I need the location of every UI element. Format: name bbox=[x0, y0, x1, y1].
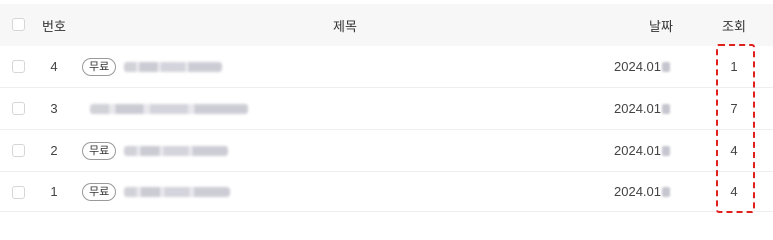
post-date-cell: 2024.01 bbox=[614, 46, 694, 87]
column-header-number[interactable]: 번호 bbox=[34, 4, 74, 46]
post-date: 2024.01 bbox=[614, 143, 661, 158]
row-checkbox[interactable] bbox=[12, 102, 25, 115]
post-list-board: 번호 제목 날짜 조회 4 무료 2024.01 1 3 2024.01 7 2… bbox=[0, 0, 773, 219]
free-badge: 무료 bbox=[82, 57, 117, 76]
post-views: 4 bbox=[730, 143, 738, 158]
row-checkbox[interactable] bbox=[12, 144, 25, 157]
blurred-post-title[interactable] bbox=[124, 145, 229, 156]
post-date: 2024.01 bbox=[614, 59, 661, 74]
post-number: 2 bbox=[50, 143, 58, 158]
column-header-views[interactable]: 조회 bbox=[712, 4, 756, 46]
table-header-row: 번호 제목 날짜 조회 bbox=[0, 4, 773, 46]
post-views: 1 bbox=[730, 59, 738, 74]
blurred-date-suffix bbox=[662, 186, 670, 197]
select-all-checkbox[interactable] bbox=[12, 18, 25, 31]
post-date-cell: 2024.01 bbox=[614, 130, 694, 171]
post-number: 1 bbox=[50, 184, 58, 199]
post-number: 4 bbox=[50, 59, 58, 74]
free-badge: 무료 bbox=[82, 182, 117, 201]
row-checkbox[interactable] bbox=[12, 186, 25, 199]
post-date: 2024.01 bbox=[614, 184, 661, 199]
column-header-title[interactable]: 제목 bbox=[300, 4, 390, 46]
blurred-post-title[interactable] bbox=[124, 61, 223, 72]
post-date-cell: 2024.01 bbox=[614, 172, 694, 211]
post-title-cell[interactable]: 무료 bbox=[82, 172, 582, 211]
post-title-cell[interactable]: 무료 bbox=[82, 130, 582, 171]
table-row[interactable]: 4 무료 2024.01 1 bbox=[0, 46, 773, 88]
blurred-date-suffix bbox=[662, 145, 670, 156]
row-checkbox[interactable] bbox=[12, 60, 25, 73]
column-header-date[interactable]: 날짜 bbox=[636, 4, 686, 46]
post-date-cell: 2024.01 bbox=[614, 88, 694, 129]
table-row[interactable]: 2 무료 2024.01 4 bbox=[0, 130, 773, 172]
blurred-date-suffix bbox=[662, 103, 670, 114]
blurred-post-title[interactable] bbox=[124, 186, 231, 197]
table-row[interactable]: 3 2024.01 7 bbox=[0, 88, 773, 130]
post-date: 2024.01 bbox=[614, 101, 661, 116]
post-views: 4 bbox=[730, 184, 738, 199]
table-row[interactable]: 1 무료 2024.01 4 bbox=[0, 172, 773, 212]
post-number: 3 bbox=[50, 101, 58, 116]
post-title-cell[interactable]: 무료 bbox=[82, 46, 582, 87]
blurred-post-title[interactable] bbox=[90, 103, 248, 114]
blurred-date-suffix bbox=[662, 61, 670, 72]
post-title-cell[interactable] bbox=[82, 88, 582, 129]
post-views: 7 bbox=[730, 101, 738, 116]
free-badge: 무료 bbox=[82, 141, 117, 160]
